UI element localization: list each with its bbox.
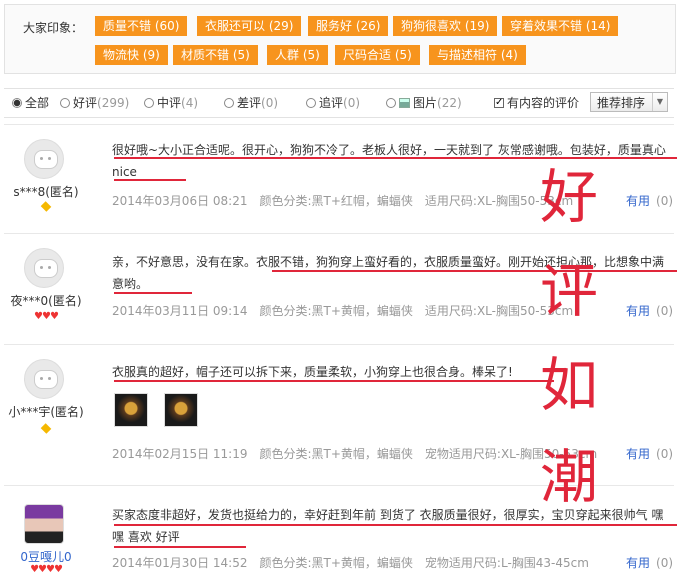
- review-photo[interactable]: [114, 393, 148, 427]
- buyer-level-badge: ♥♥♥: [34, 311, 59, 322]
- useful-button[interactable]: 有用 (0): [626, 192, 673, 209]
- review-color: 颜色分类:黑T+红帽，蝙蝠侠: [259, 194, 413, 208]
- radio-icon[interactable]: [144, 98, 154, 108]
- impression-label: 大家印象：: [23, 21, 84, 35]
- checkbox-icon[interactable]: [494, 95, 504, 111]
- radio-icon[interactable]: [386, 98, 396, 108]
- impression-tag[interactable]: 服务好 (26): [308, 16, 389, 36]
- radio-icon[interactable]: [306, 98, 316, 108]
- highlight-underline: [114, 157, 677, 159]
- review-color: 颜色分类:黑T+黄帽，蝙蝠侠: [259, 556, 413, 570]
- highlight-underline: [114, 546, 246, 548]
- filter-has-content[interactable]: 有内容的评价: [494, 95, 579, 111]
- picture-icon: [399, 98, 410, 108]
- highlight-underline: [114, 292, 192, 294]
- review-date: 2014年02月15日 11:19: [112, 447, 248, 461]
- radio-icon[interactable]: [224, 98, 234, 108]
- review-size: 宠物适用尺码:L-胸围43-45cm: [424, 556, 589, 570]
- filter-pictures[interactable]: 图片(22): [386, 95, 462, 111]
- overlay-char: 好: [540, 163, 599, 231]
- avatar: [24, 248, 64, 288]
- useful-button[interactable]: 有用 (0): [626, 302, 673, 319]
- impression-tag[interactable]: 质量不错 (60): [95, 16, 188, 36]
- sort-dropdown[interactable]: 推荐排序 ▼: [590, 92, 668, 112]
- highlight-underline: [114, 380, 554, 382]
- buyer-level-badge: [4, 423, 88, 435]
- useful-button[interactable]: 有用 (0): [626, 445, 673, 462]
- impression-panel: 大家印象： 质量不错 (60) 衣服还可以 (29) 服务好 (26) 狗狗很喜…: [4, 4, 676, 74]
- review-username: 小***宇(匿名): [8, 405, 84, 419]
- overlay-char: 潮: [540, 443, 599, 511]
- review-username: 夜***0(匿名): [10, 294, 82, 308]
- radio-icon[interactable]: [12, 98, 22, 108]
- chevron-down-icon[interactable]: ▼: [652, 93, 667, 111]
- impression-tag[interactable]: 狗狗很喜欢 (19): [393, 16, 498, 36]
- filter-bar: 全部 好评(299) 中评(4) 差评(0) 追评(0) 图片(22) 有内容的…: [4, 88, 674, 118]
- buyer-level-badge: ♥♥♥♥: [30, 564, 63, 575]
- filter-mid[interactable]: 中评(4): [144, 95, 198, 111]
- filter-bad[interactable]: 差评(0): [224, 95, 278, 111]
- overlay-char: 如: [540, 351, 599, 419]
- review-meta: 2014年02月15日 11:19 颜色分类:黑T+黄帽，蝙蝠侠 宠物适用尺码:XL…: [112, 445, 609, 462]
- highlight-underline: [114, 524, 677, 526]
- filter-all[interactable]: 全部: [12, 95, 49, 111]
- impression-tag[interactable]: 物流快 (9): [95, 45, 168, 65]
- review-date: 2014年01月30日 14:52: [112, 556, 248, 570]
- highlight-underline: [114, 179, 186, 181]
- review-username[interactable]: 0豆嘎儿0: [4, 548, 88, 565]
- avatar: [24, 504, 64, 544]
- impression-tag[interactable]: 衣服还可以 (29): [197, 16, 302, 36]
- review-meta: 2014年03月11日 09:14 颜色分类:黑T+黄帽，蝙蝠侠 适用尺码:XL-胸…: [112, 302, 585, 319]
- review-photo[interactable]: [164, 393, 198, 427]
- impression-tag[interactable]: 与描述相符 (4): [429, 45, 526, 65]
- review-meta: 2014年03月06日 08:21 颜色分类:黑T+红帽，蝙蝠侠 适用尺码:XL-胸…: [112, 192, 585, 209]
- avatar: [24, 139, 64, 179]
- highlight-underline: [272, 270, 677, 272]
- review-username: s***8(匿名): [13, 185, 79, 199]
- review-meta: 2014年01月30日 14:52 颜色分类:黑T+黄帽，蝙蝠侠 宠物适用尺码:L-…: [112, 554, 601, 571]
- review-color: 颜色分类:黑T+黄帽，蝙蝠侠: [259, 304, 413, 318]
- avatar: [24, 359, 64, 399]
- review-date: 2014年03月06日 08:21: [112, 194, 248, 208]
- overlay-char: 评: [540, 257, 599, 325]
- impression-tag[interactable]: 人群 (5): [267, 45, 328, 65]
- useful-button[interactable]: 有用 (0): [626, 554, 673, 571]
- filter-good[interactable]: 好评(299): [60, 95, 129, 111]
- review-color: 颜色分类:黑T+黄帽，蝙蝠侠: [259, 447, 413, 461]
- review-date: 2014年03月11日 09:14: [112, 304, 248, 318]
- filter-append[interactable]: 追评(0): [306, 95, 360, 111]
- impression-tag[interactable]: 穿着效果不错 (14): [502, 16, 619, 36]
- impression-tag[interactable]: 尺码合适 (5): [335, 45, 420, 65]
- buyer-level-badge: [4, 201, 88, 213]
- radio-icon[interactable]: [60, 98, 70, 108]
- impression-tag[interactable]: 材质不错 (5): [173, 45, 258, 65]
